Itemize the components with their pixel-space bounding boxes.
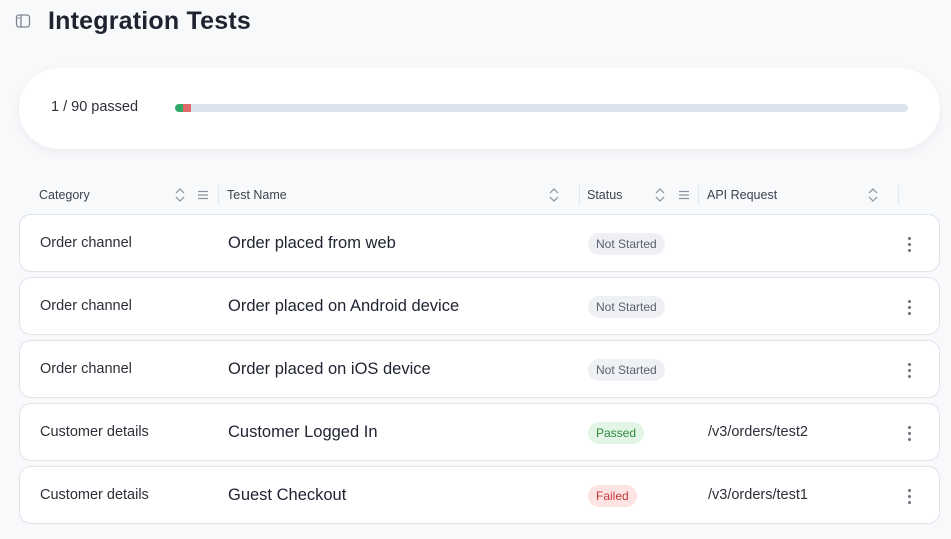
sort-api-request-icon[interactable] <box>866 185 880 205</box>
column-divider[interactable] <box>898 185 899 205</box>
sort-status-icon[interactable] <box>653 185 667 205</box>
sort-test-name-icon[interactable] <box>547 185 561 205</box>
status-badge: Passed <box>588 422 645 444</box>
table-row[interactable]: Customer details Customer Logged In Passed… <box>19 403 940 461</box>
row-category: Order channel <box>40 361 132 377</box>
progress-card: 1 / 90 passed <box>19 68 940 149</box>
row-menu-icon[interactable] <box>902 486 916 506</box>
sidebar-toggle-icon[interactable] <box>14 12 32 30</box>
status-badge: Not Started <box>588 296 665 318</box>
row-category: Customer details <box>40 424 149 440</box>
row-category: Order channel <box>40 235 132 251</box>
progress-bar <box>175 104 908 112</box>
row-menu-icon[interactable] <box>902 297 916 317</box>
row-test-name[interactable]: Customer Logged In <box>228 404 378 460</box>
page-header: Integration Tests <box>14 6 251 36</box>
page-title: Integration Tests <box>48 6 251 35</box>
column-divider[interactable] <box>218 185 219 205</box>
progress-failed-segment <box>183 104 192 112</box>
column-header-test-name[interactable]: Test Name <box>227 183 287 207</box>
row-api-request: /v3/orders/test2 <box>708 424 808 440</box>
row-test-name[interactable]: Order placed on Android device <box>228 278 459 334</box>
table-row[interactable]: Order channel Order placed on iOS device N… <box>19 340 940 398</box>
table-row[interactable]: Customer details Guest Checkout Failed/v3/… <box>19 466 940 524</box>
row-menu-icon[interactable] <box>902 234 916 254</box>
row-test-name[interactable]: Order placed on iOS device <box>228 341 431 397</box>
row-category: Customer details <box>40 487 149 503</box>
table-row[interactable]: Order channel Order placed on Android dev… <box>19 277 940 335</box>
status-badge: Not Started <box>588 359 665 381</box>
row-test-name[interactable]: Guest Checkout <box>228 467 346 523</box>
row-category: Order channel <box>40 298 132 314</box>
column-divider[interactable] <box>579 185 580 205</box>
table-row[interactable]: Order channel Order placed from web Not St… <box>19 214 940 272</box>
column-divider[interactable] <box>698 185 699 205</box>
status-badge: Failed <box>588 485 637 507</box>
row-test-name[interactable]: Order placed from web <box>228 215 396 271</box>
row-api-request: /v3/orders/test1 <box>708 487 808 503</box>
row-menu-icon[interactable] <box>902 423 916 443</box>
row-menu-icon[interactable] <box>902 360 916 380</box>
column-menu-category-icon[interactable] <box>196 185 210 205</box>
progress-passed-segment <box>175 104 184 112</box>
status-badge: Not Started <box>588 233 665 255</box>
progress-summary: 1 / 90 passed <box>51 99 139 115</box>
column-menu-status-icon[interactable] <box>677 185 691 205</box>
sort-category-icon[interactable] <box>173 185 187 205</box>
column-header-status[interactable]: Status <box>587 183 622 207</box>
column-header-category[interactable]: Category <box>39 183 90 207</box>
column-header-api-request[interactable]: API Request <box>707 183 777 207</box>
table-header: Category Test Name Status API Request <box>19 183 940 207</box>
